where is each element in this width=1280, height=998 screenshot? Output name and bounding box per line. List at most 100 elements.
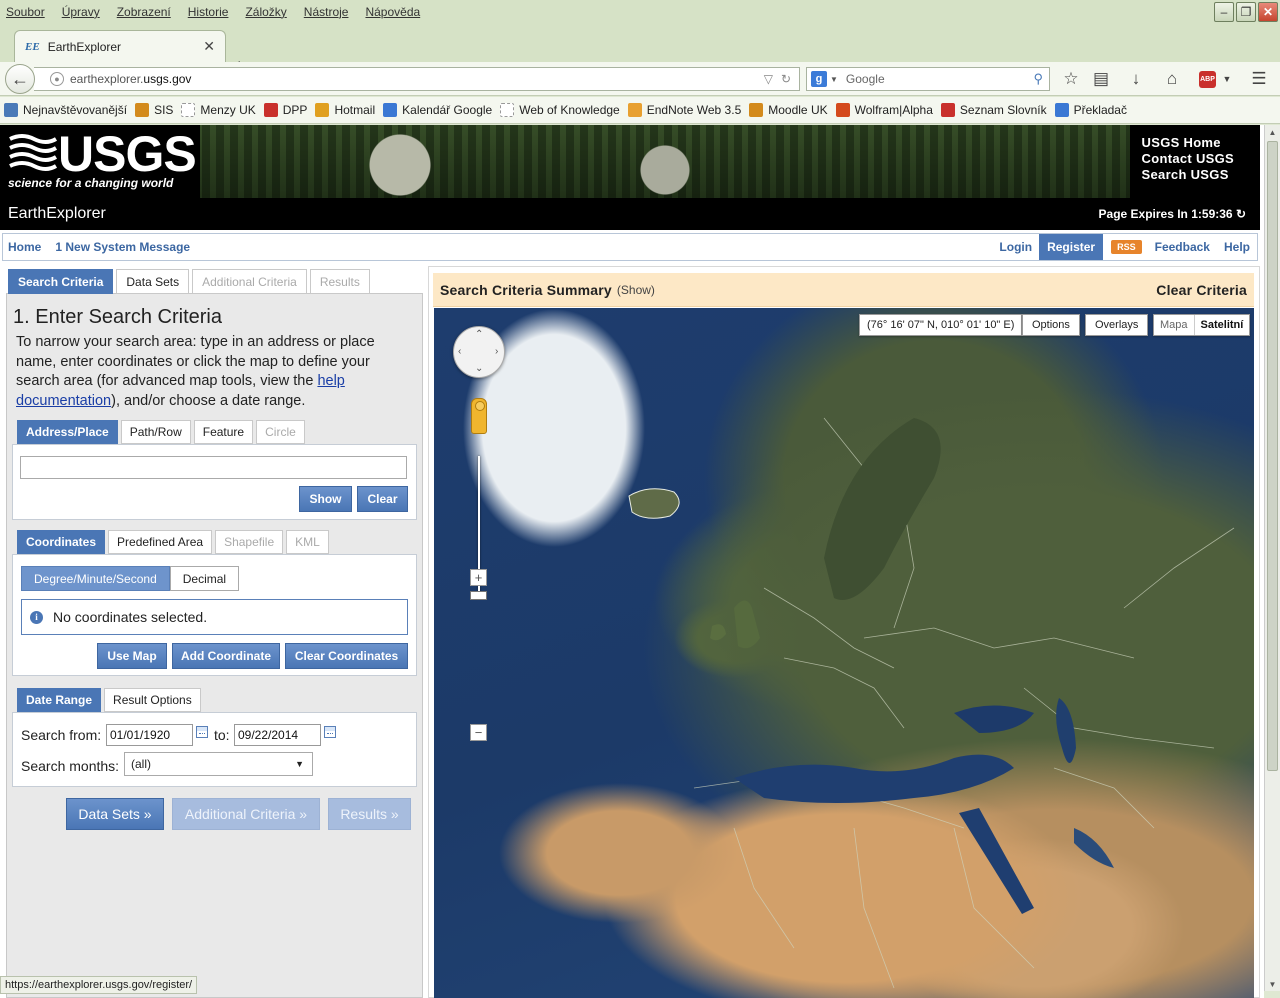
reading-list-icon[interactable]: ▤ — [1090, 70, 1112, 88]
use-map-button[interactable]: Use Map — [97, 643, 167, 669]
bookmark-item[interactable]: Web of Knowledge — [500, 103, 620, 117]
map-options-button[interactable]: Options — [1022, 314, 1080, 336]
menu-bookmarks[interactable]: Záložky — [245, 5, 286, 19]
bookmark-item[interactable]: Moodle UK — [749, 103, 828, 117]
bookmark-item[interactable]: Překladač — [1054, 103, 1127, 117]
tab-search-criteria[interactable]: Search Criteria — [8, 269, 114, 294]
additional-criteria-next-button[interactable]: Additional Criteria » — [172, 798, 320, 830]
close-window-icon[interactable]: ✕ — [1258, 2, 1278, 22]
calendar-icon[interactable] — [324, 726, 336, 738]
search-bar[interactable]: g ▼ Google ⚲ — [806, 67, 1050, 91]
refresh-icon[interactable]: ↻ — [1236, 207, 1246, 221]
adblock-icon[interactable]: ABP — [1199, 71, 1216, 88]
tab-data-sets[interactable]: Data Sets — [116, 269, 190, 294]
map-type-map[interactable]: Mapa — [1154, 315, 1195, 335]
zoom-out-icon[interactable]: − — [470, 724, 487, 741]
tab-path-row[interactable]: Path/Row — [120, 420, 191, 444]
tab-result-options[interactable]: Result Options — [104, 688, 201, 712]
clear-criteria-link[interactable]: Clear Criteria — [1156, 282, 1247, 298]
bookmark-item[interactable]: SIS — [135, 103, 173, 117]
map-view[interactable]: ⌃ ⌄ ‹ › + − (76° 16' 07" N, 010° 01' 10"… — [434, 308, 1254, 998]
search-usgs-link[interactable]: Search USGS — [1142, 167, 1234, 183]
bookmark-item[interactable]: Seznam Slovník — [940, 103, 1047, 117]
rss-icon[interactable]: RSS — [1111, 240, 1142, 254]
maximize-icon[interactable]: ❐ — [1236, 2, 1256, 22]
menu-hamburger-icon[interactable]: ☰ — [1248, 70, 1270, 88]
results-next-button[interactable]: Results » — [328, 798, 411, 830]
tab-results[interactable]: Results — [309, 269, 370, 294]
usgs-logo[interactable]: USGS science for a changing world — [8, 126, 197, 193]
nav-feedback[interactable]: Feedback — [1155, 240, 1210, 254]
address-input[interactable] — [20, 456, 407, 479]
nav-register[interactable]: Register — [1039, 234, 1104, 260]
url-bar[interactable]: ● earthexplorer.usgs.gov ▽ ↻ — [34, 67, 800, 91]
pan-right-icon[interactable]: › — [495, 346, 498, 357]
street-view-pegman-icon[interactable] — [471, 398, 487, 434]
tab-predefined-area[interactable]: Predefined Area — [108, 530, 213, 554]
bookmark-item[interactable]: Nejnavštěvovanější — [4, 103, 127, 117]
search-icon[interactable]: ⚲ — [1033, 71, 1043, 87]
zoom-slider-thumb[interactable] — [470, 591, 487, 600]
scrollbar-thumb[interactable] — [1267, 141, 1278, 771]
bookmark-item[interactable]: Menzy UK — [181, 103, 256, 117]
show-button[interactable]: Show — [299, 486, 352, 512]
tab-feature[interactable]: Feature — [193, 420, 254, 444]
tab-address-place[interactable]: Address/Place — [17, 420, 118, 444]
menu-file[interactable]: Soubor — [6, 5, 45, 19]
adblock-dropdown-icon[interactable]: ▼ — [1216, 70, 1238, 88]
bookmark-star-icon[interactable]: ☆ — [1060, 70, 1082, 88]
dropdown-arrow-icon[interactable]: ▽ — [764, 72, 773, 86]
search-months-select[interactable]: (all) ▼ — [124, 752, 313, 776]
nav-help[interactable]: Help — [1224, 240, 1250, 254]
menu-edit[interactable]: Úpravy — [62, 5, 100, 19]
menu-help[interactable]: Nápověda — [365, 5, 420, 19]
tab-circle[interactable]: Circle — [256, 420, 305, 444]
vertical-scrollbar[interactable]: ▲ ▼ — [1264, 125, 1280, 991]
close-tab-icon[interactable]: ✕ — [203, 38, 215, 55]
scroll-down-icon[interactable]: ▼ — [1265, 977, 1280, 991]
url-text[interactable]: earthexplorer.usgs.gov — [70, 72, 764, 86]
tab-additional-criteria[interactable]: Additional Criteria — [192, 269, 307, 294]
summary-show-link[interactable]: (Show) — [617, 283, 655, 297]
back-button[interactable]: ← — [5, 64, 35, 94]
menu-history[interactable]: Historie — [188, 5, 229, 19]
calendar-icon[interactable] — [196, 726, 208, 738]
minimize-icon[interactable]: – — [1214, 2, 1234, 22]
map-overlays-button[interactable]: Overlays — [1085, 314, 1149, 336]
pan-up-icon[interactable]: ⌃ — [475, 329, 483, 340]
add-coordinate-button[interactable]: Add Coordinate — [172, 643, 280, 669]
download-icon[interactable]: ↓ — [1125, 70, 1147, 88]
clear-address-button[interactable]: Clear — [357, 486, 408, 512]
menu-view[interactable]: Zobrazení — [117, 5, 171, 19]
contact-usgs-link[interactable]: Contact USGS — [1142, 151, 1234, 167]
usgs-home-link[interactable]: USGS Home — [1142, 135, 1234, 151]
bookmark-item[interactable]: EndNote Web 3.5 — [627, 103, 741, 117]
menu-tools[interactable]: Nástroje — [304, 5, 349, 19]
date-from-input[interactable] — [106, 724, 193, 746]
pan-control[interactable]: ⌃ ⌄ ‹ › — [453, 326, 505, 378]
format-decimal[interactable]: Decimal — [169, 566, 240, 591]
reload-icon[interactable]: ↻ — [781, 72, 791, 86]
bookmark-item[interactable]: DPP — [263, 103, 307, 117]
pan-left-icon[interactable]: ‹ — [458, 346, 461, 357]
tab-coordinates[interactable]: Coordinates — [17, 530, 106, 554]
map-type-satellite[interactable]: Satelitní — [1195, 315, 1250, 335]
format-dms[interactable]: Degree/Minute/Second — [21, 566, 170, 591]
data-sets-next-button[interactable]: Data Sets » — [66, 798, 164, 830]
date-to-input[interactable] — [234, 724, 321, 746]
nav-system-message[interactable]: 1 New System Message — [55, 240, 190, 254]
tab-shapefile[interactable]: Shapefile — [215, 530, 284, 554]
bookmark-item[interactable]: Hotmail — [315, 103, 375, 117]
bookmark-item[interactable]: Wolfram|Alpha — [835, 103, 933, 117]
tab-kml[interactable]: KML — [286, 530, 329, 554]
nav-login[interactable]: Login — [999, 240, 1032, 254]
tab-date-range[interactable]: Date Range — [17, 688, 102, 712]
clear-coordinates-button[interactable]: Clear Coordinates — [285, 643, 408, 669]
scroll-up-icon[interactable]: ▲ — [1265, 125, 1280, 139]
search-input[interactable]: Google — [846, 72, 1034, 86]
zoom-in-icon[interactable]: + — [470, 569, 487, 586]
nav-home[interactable]: Home — [8, 240, 41, 254]
bookmark-item[interactable]: Kalendář Google — [383, 103, 492, 117]
browser-tab[interactable]: EE EarthExplorer ✕ — [14, 30, 226, 62]
home-icon[interactable]: ⌂ — [1161, 70, 1183, 88]
